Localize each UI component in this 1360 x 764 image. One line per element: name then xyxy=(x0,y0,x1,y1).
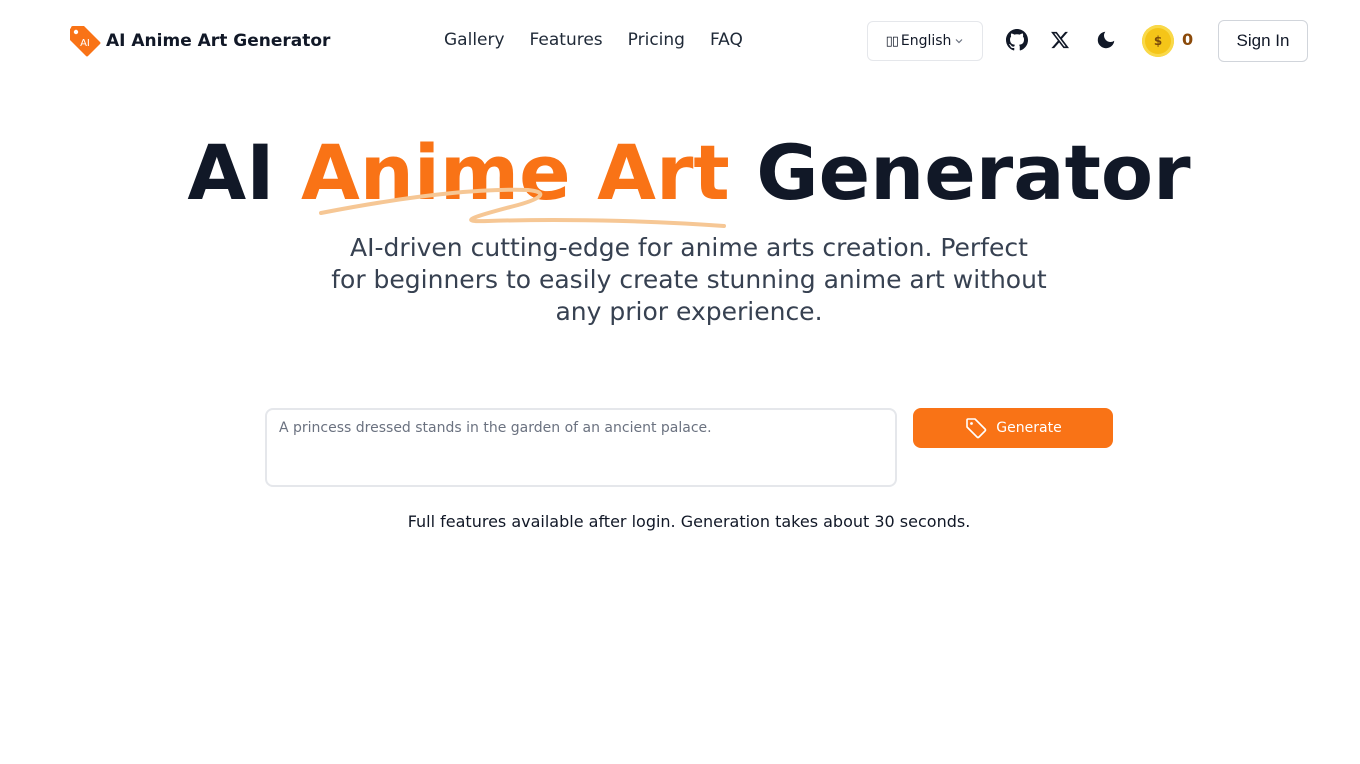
coin-symbol: $ xyxy=(1153,34,1163,48)
logo[interactable]: AI AI Anime Art Generator xyxy=(68,24,330,58)
generate-label: Generate xyxy=(996,420,1062,436)
logo-text: AI Anime Art Generator xyxy=(106,31,331,51)
sign-in-button[interactable]: Sign In xyxy=(1218,20,1308,62)
hero-title-prefix: AI xyxy=(187,128,275,217)
nav-faq[interactable]: FAQ xyxy=(710,30,743,50)
tag-icon xyxy=(966,418,987,439)
chevron-down-icon xyxy=(956,39,963,44)
hero-subtitle: AI-driven cutting-edge for anime arts cr… xyxy=(331,233,1047,326)
flag-icon: ▯▯ xyxy=(885,33,899,49)
main-nav: Gallery Features Pricing FAQ xyxy=(444,30,743,50)
svg-text:AI: AI xyxy=(80,38,90,49)
credits-count: 0 xyxy=(1182,30,1194,49)
x-icon[interactable] xyxy=(1048,28,1072,52)
language-label: English xyxy=(900,33,952,49)
language-select[interactable]: ▯▯ English xyxy=(867,21,983,61)
nav-features[interactable]: Features xyxy=(530,30,603,50)
tag-logo-icon: AI xyxy=(68,24,102,58)
generate-button[interactable]: Generate xyxy=(913,408,1113,448)
hero-title-accent: Anime Art xyxy=(300,128,730,217)
nav-pricing[interactable]: Pricing xyxy=(628,30,685,50)
github-icon[interactable] xyxy=(1005,28,1029,52)
hero-title: AI Anime Art Generator xyxy=(0,128,1360,218)
coin-icon: $ xyxy=(1142,25,1174,57)
nav-gallery[interactable]: Gallery xyxy=(444,30,505,50)
hero-title-suffix: Generator xyxy=(756,128,1191,217)
moon-icon[interactable] xyxy=(1094,28,1118,52)
login-note: Full features available after login. Gen… xyxy=(407,512,971,531)
prompt-input[interactable] xyxy=(265,408,897,487)
site-header: AI AI Anime Art Generator Gallery Featur… xyxy=(0,0,1360,80)
